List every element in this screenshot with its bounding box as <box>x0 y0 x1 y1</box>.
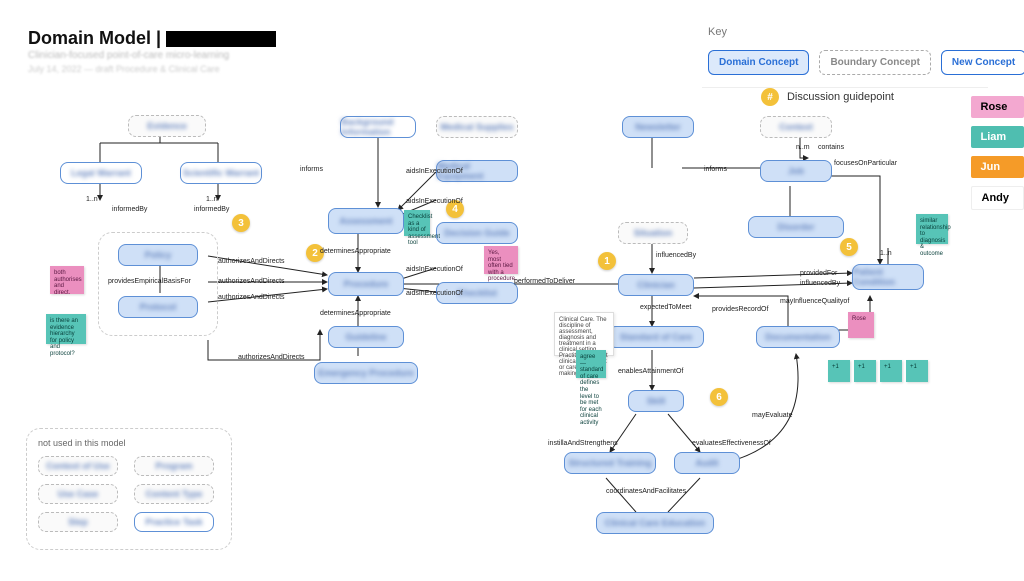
node-audit[interactable]: Audit <box>674 452 740 474</box>
lbl-aids-2: aidsInExecutionOf <box>406 198 463 205</box>
node-clinical-care-education[interactable]: Clinical Care Education <box>596 512 714 534</box>
legend-boundary-concept: Boundary Concept <box>819 50 930 75</box>
legend-title: Key <box>702 22 988 42</box>
lbl-auth-4: authorizesAndDirects <box>238 354 305 361</box>
lbl-nm: n..m <box>796 144 810 151</box>
sticky-doc-pink[interactable]: Rose <box>848 312 874 338</box>
lbl-one-n-2: 1..n <box>206 196 218 203</box>
lbl-detapp-2: determinesAppropriate <box>320 310 391 317</box>
lbl-evaluates: evaluatesEffectivenessOf <box>692 440 771 447</box>
node-job[interactable]: Job <box>760 160 832 182</box>
lbl-auth-1: authorizesAndDirects <box>218 258 285 265</box>
lbl-auth-2: authorizesAndDirects <box>218 278 285 285</box>
lbl-aids-4: aidsInExecutionOf <box>406 290 463 297</box>
node-context[interactable]: Context <box>760 116 832 138</box>
node-emergency-procedure[interactable]: Emergency Procedure <box>314 362 418 384</box>
legend-new-concept: New Concept <box>941 50 1024 75</box>
unused-context-of-use[interactable]: Context of Use <box>38 456 118 476</box>
hash-icon: # <box>761 88 779 106</box>
lbl-provrecord: providesRecordOf <box>712 306 768 313</box>
node-evidence[interactable]: Evidence <box>128 115 206 137</box>
lbl-influenced: influencedBy <box>656 252 696 259</box>
lbl-performed: performedToDeliver <box>514 278 575 285</box>
node-policy[interactable]: Policy <box>118 244 198 266</box>
sticky-doc-t2[interactable]: +1 <box>854 360 876 382</box>
sticky-doc-t3[interactable]: +1 <box>880 360 902 382</box>
sticky-decision[interactable]: Yes, most often tied with a procedure. <box>484 246 518 274</box>
node-scientific-warrant[interactable]: Scientific Warrant <box>180 162 262 184</box>
participant-liam[interactable]: Liam <box>971 126 1024 148</box>
lbl-mayinfl: mayInfluenceQualityof <box>780 298 849 305</box>
legend-discussion-row: # Discussion guidepoint <box>761 88 894 106</box>
node-disorder[interactable]: Disorder <box>748 216 844 238</box>
guidepoint-5[interactable]: 5 <box>840 238 858 256</box>
unused-content-type[interactable]: Content Type <box>134 484 214 504</box>
guidepoint-3[interactable]: 3 <box>232 214 250 232</box>
node-legal-warrant[interactable]: Legal Warrant <box>60 162 142 184</box>
unused-step[interactable]: Step <box>38 512 118 532</box>
participant-jun[interactable]: Jun <box>971 156 1024 178</box>
sticky-patient-condition[interactable]: similar relationship to diagnosis & outc… <box>916 214 948 244</box>
lbl-mayeval: mayEvaluate <box>752 412 792 419</box>
lbl-auth-3: authorizesAndDirects <box>218 294 285 301</box>
legend-domain-concept: Domain Concept <box>708 50 809 75</box>
node-standard-of-care[interactable]: Standard of Care <box>608 326 704 348</box>
lbl-informs-1: informs <box>300 166 323 173</box>
node-newsletter[interactable]: Newsletter <box>622 116 694 138</box>
sticky-authorises[interactable]: both authorises and direct. <box>50 266 84 294</box>
node-assessment[interactable]: Assessment <box>328 208 404 234</box>
node-skill[interactable]: Skill <box>628 390 684 412</box>
node-guideline[interactable]: Guideline <box>328 326 404 348</box>
legend-discussion-label: Discussion guidepoint <box>787 91 894 103</box>
node-procedure[interactable]: Procedure <box>328 272 404 296</box>
legend: Key Domain Concept Boundary Concept New … <box>702 22 988 88</box>
lbl-instills: instillaAndStrengthens <box>548 440 618 447</box>
lbl-one-n-3: 1..n <box>880 250 892 257</box>
node-documentation[interactable]: Documentation <box>756 326 840 348</box>
lbl-providedfor: providedFor <box>800 270 837 277</box>
guidepoint-6[interactable]: 6 <box>710 388 728 406</box>
lbl-aids-3: aidsInExecutionOf <box>406 266 463 273</box>
lbl-enables: enablesAttainmentOf <box>618 368 683 375</box>
title-redacted <box>166 31 276 47</box>
unused-practice-task[interactable]: Practice Task <box>134 512 214 532</box>
lbl-focuses: focusesOnParticular <box>834 160 897 167</box>
lbl-coordinates: coordinatesAndFacilitates <box>606 488 686 495</box>
lbl-informs-2: informs <box>704 166 727 173</box>
node-clinician[interactable]: Clinician <box>618 274 694 296</box>
unused-program[interactable]: Program <box>134 456 214 476</box>
node-situation[interactable]: Situation <box>618 222 688 244</box>
node-patient-condition[interactable]: Patient Condition <box>852 264 924 290</box>
title-prefix: Domain Model | <box>28 28 166 48</box>
lbl-expected: expectedToMeet <box>640 304 691 311</box>
sticky-evidence-hierarchy[interactable]: is there an evidence hierarchy for polic… <box>46 314 86 344</box>
sticky-doc-t4[interactable]: +1 <box>906 360 928 382</box>
sticky-assessment[interactable]: Checklist as a kind of assessment tool <box>404 210 430 236</box>
lbl-detapp-1: determinesAppropriate <box>320 248 391 255</box>
node-protocol[interactable]: Protocol <box>118 296 198 318</box>
node-medical-supplies[interactable]: Medical Supplies <box>436 116 518 138</box>
lbl-influencedby2: influencedBy <box>800 280 840 287</box>
participant-andy[interactable]: Andy <box>971 186 1024 210</box>
lbl-aids-1: aidsInExecutionOf <box>406 168 463 175</box>
lbl-empirical: providesEmpiricalBasisFor <box>108 278 191 285</box>
lbl-one-n-1: 1..n <box>86 196 98 203</box>
page-title: Domain Model | <box>28 28 276 49</box>
diagram-canvas[interactable]: Domain Model | Clinician-focused point-o… <box>0 0 1024 581</box>
unused-use-case[interactable]: Use Case <box>38 484 118 504</box>
participants: Rose Liam Jun Andy <box>971 96 1024 210</box>
subtitle-blur-1: Clinician-focused point-of-care micro-le… <box>28 50 229 61</box>
sticky-standard[interactable]: agree — standard of care defines the lev… <box>576 350 606 378</box>
node-decision-guide[interactable]: Decision Guide <box>436 222 518 244</box>
participant-rose[interactable]: Rose <box>971 96 1024 118</box>
lbl-contains: contains <box>818 144 844 151</box>
lbl-informedby-1: informedBy <box>112 206 147 213</box>
guidepoint-1[interactable]: 1 <box>598 252 616 270</box>
lbl-informedby-2: informedBy <box>194 206 229 213</box>
node-background-info[interactable]: Background Information <box>340 116 416 138</box>
sticky-doc-t1[interactable]: +1 <box>828 360 850 382</box>
subtitle-blur-2: July 14, 2022 — draft Procedure & Clinic… <box>28 64 220 74</box>
unused-title: not used in this model <box>38 438 126 448</box>
node-structured-training[interactable]: Structured Training <box>564 452 656 474</box>
